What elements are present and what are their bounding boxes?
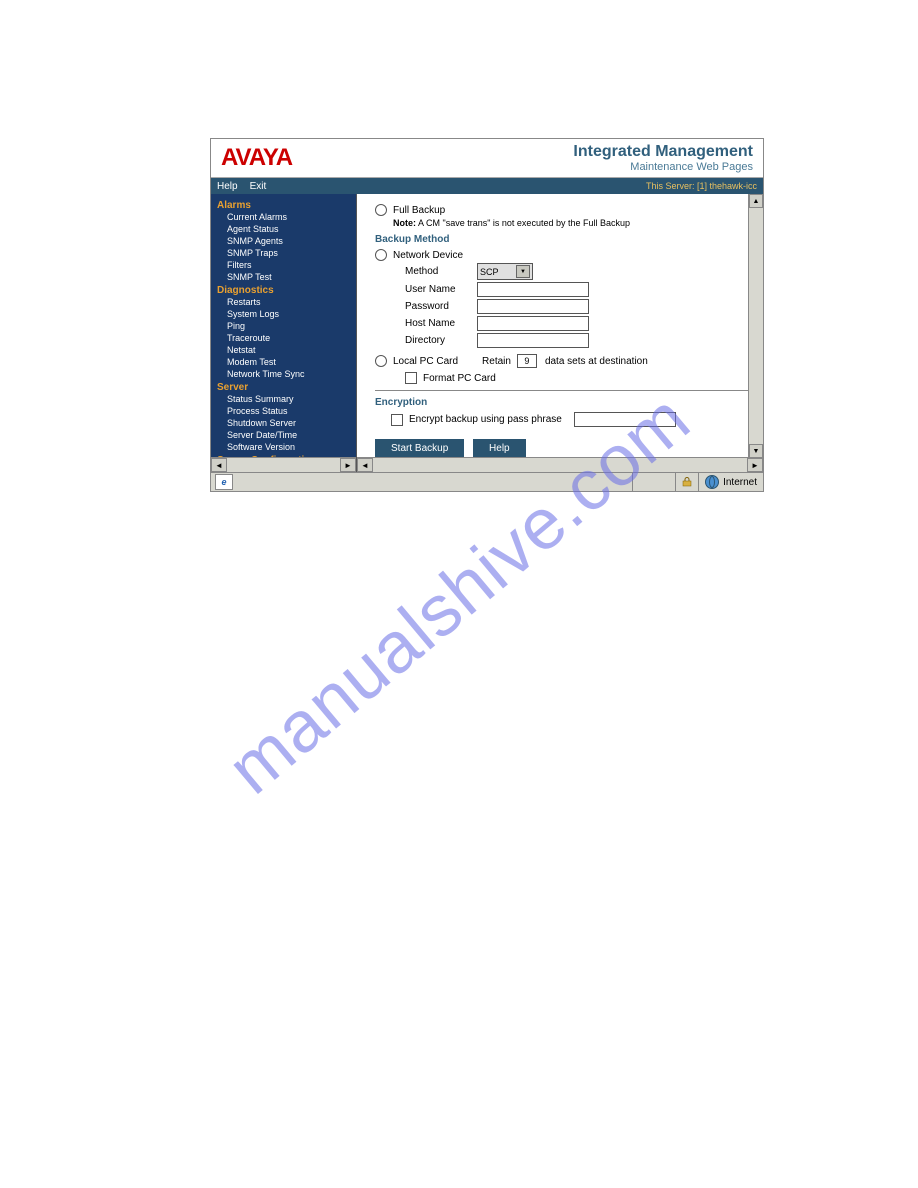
label-directory: Directory <box>405 335 477 346</box>
label-password: Password <box>405 301 477 312</box>
help-button[interactable]: Help <box>473 439 526 457</box>
checkbox-encrypt[interactable] <box>391 414 403 426</box>
nav-agent-status[interactable]: Agent Status <box>217 223 350 235</box>
menu-bar: Help Exit This Server: [1] thehawk-icc <box>211 178 763 194</box>
status-bar: e Internet <box>211 472 763 491</box>
input-hostname[interactable] <box>477 316 589 331</box>
app-subtitle: Maintenance Web Pages <box>573 161 753 173</box>
nav-head-diagnostics: Diagnostics <box>217 285 350 296</box>
nav-netstat[interactable]: Netstat <box>217 344 350 356</box>
label-full-backup: Full Backup <box>393 205 445 216</box>
heading-backup-method: Backup Method <box>375 234 751 245</box>
start-backup-button[interactable]: Start Backup <box>375 439 464 457</box>
nav-head-alarms: Alarms <box>217 200 350 211</box>
nav-snmp-test[interactable]: SNMP Test <box>217 271 350 283</box>
label-hostname: Host Name <box>405 318 477 329</box>
title-block: Integrated Management Maintenance Web Pa… <box>573 143 753 173</box>
input-passphrase[interactable] <box>574 412 676 427</box>
radio-network-device[interactable] <box>375 249 387 261</box>
radio-local-pc-card[interactable] <box>375 355 387 367</box>
input-retain[interactable]: 9 <box>517 354 537 368</box>
nav-restarts[interactable]: Restarts <box>217 296 350 308</box>
label-encrypt: Encrypt backup using pass phrase <box>409 414 562 425</box>
content-v-scrollbar[interactable]: ▲ ▼ <box>748 194 763 458</box>
nav-snmp-traps[interactable]: SNMP Traps <box>217 247 350 259</box>
label-username: User Name <box>405 284 477 295</box>
title-bar: AVAYA Integrated Management Maintenance … <box>211 139 763 178</box>
nav-head-server: Server <box>217 382 350 393</box>
scroll-up-icon[interactable]: ▲ <box>749 194 763 208</box>
main-content: Full Backup Note: A CM "save trans" is n… <box>357 194 763 472</box>
input-password[interactable] <box>477 299 589 314</box>
menu-exit[interactable]: Exit <box>250 181 267 192</box>
nav-modem-test[interactable]: Modem Test <box>217 356 350 368</box>
full-backup-note: Note: A CM "save trans" is not executed … <box>375 218 751 228</box>
nav-system-logs[interactable]: System Logs <box>217 308 350 320</box>
menu-help[interactable]: Help <box>217 181 238 192</box>
content-h-scrollbar[interactable]: ◄ ► <box>357 457 763 472</box>
input-username[interactable] <box>477 282 589 297</box>
chevron-down-icon[interactable]: ▼ <box>516 265 530 278</box>
nav-snmp-agents[interactable]: SNMP Agents <box>217 235 350 247</box>
nav-software-version[interactable]: Software Version <box>217 441 350 453</box>
nav-status-summary[interactable]: Status Summary <box>217 393 350 405</box>
label-local-pc-card: Local PC Card <box>393 356 458 367</box>
ie-icon: e <box>215 474 233 490</box>
server-indicator: This Server: [1] thehawk-icc <box>646 181 757 191</box>
brand-logo: AVAYA <box>221 144 292 172</box>
nav-filters[interactable]: Filters <box>217 259 350 271</box>
status-zone: Internet <box>723 477 757 488</box>
separator <box>375 390 751 391</box>
scroll-down-icon[interactable]: ▼ <box>749 444 763 458</box>
app-title: Integrated Management <box>573 143 753 161</box>
sidebar-h-scrollbar[interactable]: ◄ ► <box>211 457 356 472</box>
nav-process-status[interactable]: Process Status <box>217 405 350 417</box>
scroll-left-icon[interactable]: ◄ <box>211 458 227 472</box>
radio-full-backup[interactable] <box>375 204 387 216</box>
nav-network-time-sync[interactable]: Network Time Sync <box>217 368 350 380</box>
label-method: Method <box>405 266 477 277</box>
nav-shutdown-server[interactable]: Shutdown Server <box>217 417 350 429</box>
nav-server-datetime[interactable]: Server Date/Time <box>217 429 350 441</box>
label-format-pc-card: Format PC Card <box>423 373 496 384</box>
select-method[interactable]: SCP ▼ <box>477 263 533 280</box>
nav-traceroute[interactable]: Traceroute <box>217 332 350 344</box>
scroll-right-icon[interactable]: ► <box>747 458 763 472</box>
app-window: AVAYA Integrated Management Maintenance … <box>210 138 764 492</box>
sidebar: Alarms Current Alarms Agent Status SNMP … <box>211 194 357 472</box>
checkbox-format-pc-card[interactable] <box>405 372 417 384</box>
label-retain-suffix: data sets at destination <box>545 356 648 367</box>
globe-icon <box>705 475 719 489</box>
scroll-right-icon[interactable]: ► <box>340 458 356 472</box>
logo-text: AVAYA <box>221 144 292 172</box>
input-directory[interactable] <box>477 333 589 348</box>
label-network-device: Network Device <box>393 250 463 261</box>
label-retain: Retain <box>482 356 511 367</box>
heading-encryption: Encryption <box>375 397 751 408</box>
lock-icon <box>682 477 692 487</box>
scroll-left-icon[interactable]: ◄ <box>357 458 373 472</box>
nav-current-alarms[interactable]: Current Alarms <box>217 211 350 223</box>
nav-ping[interactable]: Ping <box>217 320 350 332</box>
